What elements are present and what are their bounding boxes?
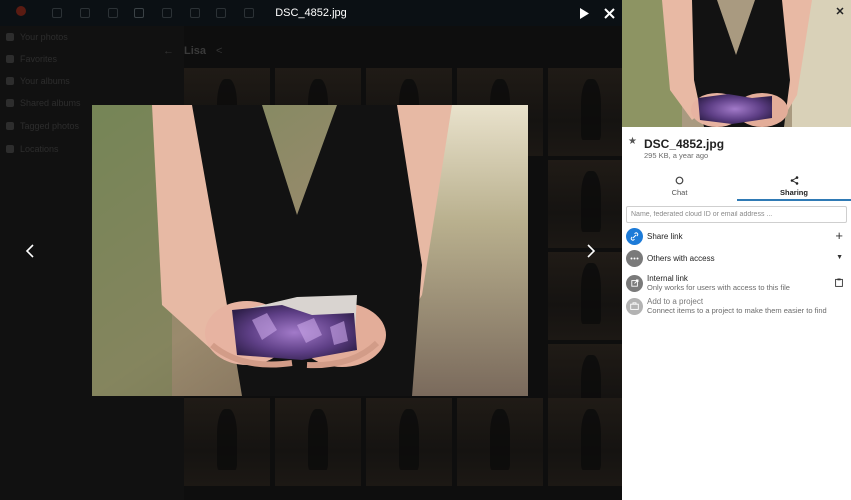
grid-photo[interactable]: [275, 398, 361, 486]
file-details-sidebar: ★ DSC_4852.jpg 295 KB, a year ago Chat S…: [622, 0, 851, 500]
add-share-link-icon[interactable]: +: [835, 228, 843, 243]
favorite-star-icon[interactable]: ★: [628, 136, 637, 147]
share-icon: [6, 99, 14, 107]
grid-photo[interactable]: [457, 398, 543, 486]
close-icon: [603, 7, 615, 19]
add-to-project-row[interactable]: Add to a project Connect items to a proj…: [626, 297, 847, 315]
link-icon: [626, 228, 643, 245]
share-search-input[interactable]: [626, 206, 847, 223]
expand-dropdown-icon[interactable]: ▼: [836, 254, 843, 261]
add-to-project-description: Connect items to a project to make them …: [647, 306, 827, 315]
breadcrumb-current: Lisa: [184, 45, 207, 57]
nav-locations[interactable]: Locations: [6, 142, 59, 156]
back-arrow-icon[interactable]: ←: [163, 45, 174, 57]
breadcrumb: ← Lisa <: [163, 45, 222, 57]
viewer-title: DSC_4852.jpg: [275, 7, 347, 19]
image-icon: [6, 33, 14, 41]
nav-your-albums[interactable]: Your albums: [6, 74, 70, 88]
star-icon: [6, 55, 14, 63]
share-link-row[interactable]: Share link +: [626, 228, 847, 245]
tag-icon: [6, 122, 14, 130]
nav-shared-albums[interactable]: Shared albums: [6, 96, 81, 110]
file-meta: 295 KB, a year ago: [644, 151, 709, 160]
share-link-label: Share link: [647, 232, 683, 241]
grid-photo[interactable]: [366, 398, 452, 486]
nav-favorites[interactable]: Favorites: [6, 52, 57, 66]
viewer-image[interactable]: [92, 105, 528, 396]
grid-photo[interactable]: [184, 398, 270, 486]
internal-link-label: Internal link: [647, 274, 688, 283]
amethyst-photo: [92, 105, 528, 396]
share-icon[interactable]: <: [216, 45, 222, 57]
external-link-icon: [626, 274, 643, 292]
project-icon: [626, 297, 643, 315]
copy-clipboard-icon[interactable]: [835, 278, 843, 290]
chat-icon: [622, 176, 737, 187]
slideshow-play-button[interactable]: [575, 4, 593, 22]
internal-link-text: Internal link Only works for users with …: [643, 274, 790, 292]
chevron-left-icon: [25, 244, 34, 258]
close-icon: [836, 7, 844, 15]
previous-image-button[interactable]: [21, 241, 39, 261]
nav-your-photos[interactable]: Your photos: [6, 30, 68, 44]
add-to-project-text: Add to a project Connect items to a proj…: [643, 297, 827, 315]
file-name: DSC_4852.jpg: [644, 137, 725, 151]
amethyst-preview: [622, 0, 851, 127]
tab-sharing[interactable]: Sharing: [737, 176, 851, 201]
chevron-right-icon: [587, 244, 596, 258]
viewer-close-button[interactable]: [600, 4, 618, 22]
nav-tagged-photos[interactable]: Tagged photos: [6, 119, 79, 133]
share-icon: [737, 176, 851, 187]
play-icon: [579, 7, 589, 19]
tab-chat[interactable]: Chat: [622, 176, 737, 201]
sidebar-close-button[interactable]: [834, 5, 846, 17]
file-preview: [622, 0, 851, 127]
next-image-button[interactable]: [582, 241, 600, 261]
map-marker-icon: [6, 145, 14, 153]
others-with-access-label: Others with access: [647, 254, 715, 263]
more-dots-icon: [626, 250, 643, 267]
add-to-project-label: Add to a project: [647, 297, 704, 306]
tab-sharing-label: Sharing: [780, 188, 808, 197]
internal-link-description: Only works for users with access to this…: [647, 283, 790, 292]
internal-link-row: Internal link Only works for users with …: [626, 274, 847, 292]
tab-chat-label: Chat: [671, 188, 688, 197]
folder-icon: [6, 77, 14, 85]
others-with-access-row[interactable]: Others with access ▼: [626, 250, 847, 267]
